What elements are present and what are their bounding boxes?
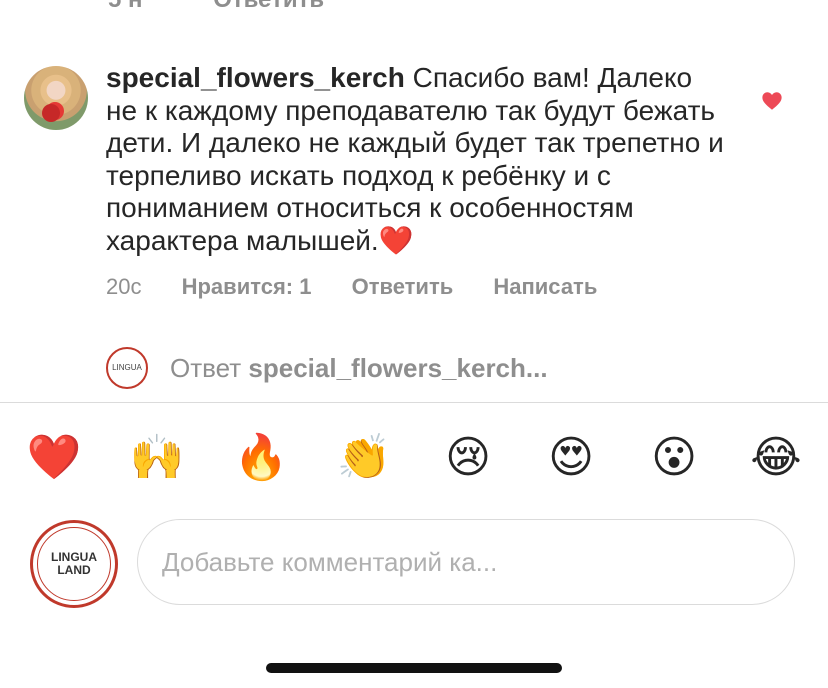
comment-reply-button[interactable]: Ответить bbox=[352, 274, 454, 299]
comment-username[interactable]: special_flowers_kerch bbox=[106, 62, 405, 93]
reply-hint-text: Ответ special_flowers_kerch... bbox=[170, 353, 548, 384]
reaction-red-heart[interactable]: ❤️ bbox=[26, 430, 82, 486]
logo-text-bottom: LAND bbox=[57, 563, 91, 577]
commenter-avatar[interactable] bbox=[24, 66, 88, 130]
lingualand-mini-logo: LINGUA bbox=[106, 347, 148, 389]
reply-hint[interactable]: LINGUA Ответ special_flowers_kerch... bbox=[106, 344, 548, 392]
reaction-heart-eyes[interactable]: 😍 bbox=[543, 430, 599, 486]
previous-comment-meta: 5 н Ответить bbox=[108, 0, 388, 14]
composer-divider bbox=[0, 402, 828, 403]
reply-hint-username: special_flowers_kerch... bbox=[248, 352, 548, 383]
reaction-fire[interactable]: 🔥 bbox=[233, 430, 289, 486]
mini-logo-text: LINGUA bbox=[112, 363, 142, 372]
comment-meta-row: 20с Нравится: 1 Ответить Написать bbox=[106, 274, 631, 300]
current-user-avatar: LINGUA LAND bbox=[30, 520, 118, 608]
comment-input-placeholder: Добавьте комментарий ка... bbox=[162, 546, 498, 577]
comment-like-heart-icon[interactable] bbox=[761, 90, 783, 112]
reaction-tears-of-joy[interactable]: 😂 bbox=[748, 430, 804, 486]
comment-body: special_flowers_kerch Спасибо вам! Далек… bbox=[106, 62, 726, 257]
reaction-clapping-hands[interactable]: 👏 bbox=[336, 430, 392, 486]
lingualand-logo: LINGUA LAND bbox=[37, 527, 111, 601]
quick-reactions-bar: ❤️ 🙌 🔥 👏 😢 😍 😮 😂 bbox=[0, 430, 828, 486]
comment-emoji: ❤️ bbox=[378, 224, 414, 256]
comment-time: 20с bbox=[106, 274, 142, 299]
previous-comment-time: 5 н bbox=[108, 0, 143, 13]
comment-message-button[interactable]: Написать bbox=[493, 274, 597, 299]
previous-comment-reply-button[interactable]: Ответить bbox=[213, 0, 324, 13]
reply-hint-prefix: Ответ bbox=[170, 352, 242, 383]
avatar-flower-decoration bbox=[42, 104, 60, 122]
comment-input[interactable]: Добавьте комментарий ка... bbox=[137, 519, 795, 605]
reaction-raising-hands[interactable]: 🙌 bbox=[129, 430, 185, 486]
reaction-crying-face[interactable]: 😢 bbox=[440, 430, 496, 486]
comment-likes-count[interactable]: Нравится: 1 bbox=[182, 274, 312, 299]
reaction-surprised-face[interactable]: 😮 bbox=[646, 430, 702, 486]
home-indicator[interactable] bbox=[266, 663, 562, 673]
